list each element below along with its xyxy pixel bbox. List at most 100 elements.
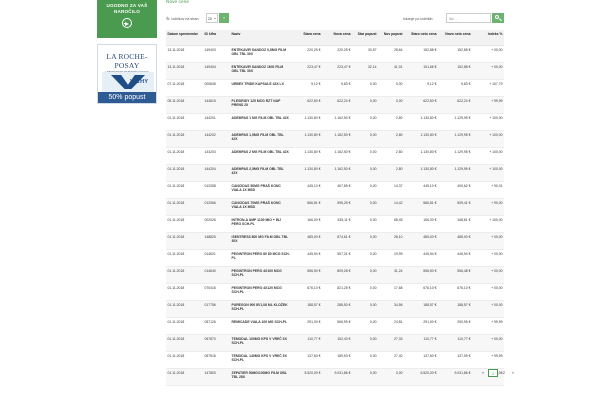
left-sidebar: UGODNO ZA VAŠ NAROČILO LA ROCHE-POSAY LA… bbox=[97, 0, 157, 104]
table-cell: 34,56 bbox=[378, 300, 404, 318]
per-page-apply-button[interactable]: » bbox=[219, 13, 229, 23]
table-cell: 0,00 bbox=[378, 96, 404, 114]
table-row[interactable]: 01.11.2018 144202 ADEMPAS 1,5MG FILM OBL T… bbox=[166, 130, 504, 148]
table-cell: 31,24 bbox=[378, 266, 404, 284]
table-cell: + 00,00 bbox=[472, 232, 504, 250]
table-cell: 152,43 € bbox=[322, 334, 352, 352]
table-cell: 137,60 € bbox=[292, 351, 322, 369]
table-row[interactable]: 13.11.2018 149404 ENTEKAVIR SANDOZ 1MG FIL… bbox=[166, 62, 504, 80]
table-row[interactable]: 01.11.2018 057916 TEMODAL 140MG KPS V VREČ… bbox=[166, 351, 504, 369]
table-cell: 137,60 € bbox=[404, 351, 438, 369]
per-page-select[interactable]: 20 bbox=[206, 13, 218, 23]
table-cell: 01.11.2018 bbox=[166, 283, 203, 301]
table-cell: 166,00 € bbox=[404, 215, 438, 233]
table-cell: 188,57 € bbox=[292, 300, 322, 318]
table-row[interactable]: 01.11.2018 002026 INTRON-A AMP 1100 MIO + … bbox=[166, 215, 504, 233]
table-row[interactable]: 01.11.2018 144204 ADEMPAS 2,5MG FILM OBL T… bbox=[166, 164, 504, 182]
table-cell: 1.130,80 € bbox=[292, 164, 322, 182]
pagination-prev[interactable]: « bbox=[480, 369, 486, 377]
table-cell: 149403 bbox=[203, 45, 230, 63]
table-cell: 1.130,80 € bbox=[292, 130, 322, 148]
table-cell: 01.11.2018 bbox=[166, 147, 203, 165]
pagination-page[interactable]: 2 bbox=[500, 369, 508, 377]
table-row[interactable]: 01.11.2018 014640 PEGINTRON PERO 4X100 MCG… bbox=[166, 266, 504, 284]
table-row[interactable]: 01.11.2018 147800 ZEPATIER 50MG/100MG FILM… bbox=[166, 368, 504, 386]
column-header[interactable]: Naziv bbox=[230, 30, 292, 46]
table-cell: + 99,99 bbox=[472, 96, 504, 114]
table-cell: + 00,00 bbox=[472, 283, 504, 301]
promo-banner[interactable]: UGODNO ZA VAŠ NAROČILO bbox=[97, 0, 157, 38]
brand-ad-banner[interactable]: LA ROCHE-POSAY LABORATOIRE DERMATOLOGIQU… bbox=[97, 44, 157, 104]
table-cell: 68,45 bbox=[378, 215, 404, 233]
table-cell: 9,12 € bbox=[404, 79, 438, 97]
table-cell: 189,53 € bbox=[322, 351, 352, 369]
table-cell: PLESIRIDY 125 MCG RZT NAP PRENS 2X bbox=[230, 96, 292, 114]
table-cell: 535,11 € bbox=[322, 215, 352, 233]
table-cell: PEGINTRON PERO 4X100 MCG SCH-PL bbox=[230, 266, 292, 284]
table-cell: 220,25 € bbox=[292, 45, 322, 63]
table-row[interactable]: 01.11.2018 014621 PEGINTRON PERO 80 80 MCG… bbox=[166, 249, 504, 267]
table-cell: CANCIDAS 50MG PRAŠ KONC VIALA 1X MSD bbox=[230, 181, 292, 199]
table-cell: 144202 bbox=[203, 130, 230, 148]
table-cell: 30,57 bbox=[352, 45, 378, 63]
column-header[interactable]: Stara cena bbox=[292, 30, 322, 46]
pagination-next[interactable]: » bbox=[510, 369, 516, 377]
table-cell: 9,83 € bbox=[438, 79, 472, 97]
table-cell: 223,47 € bbox=[322, 62, 352, 80]
column-header[interactable]: Novo neto cena bbox=[438, 30, 472, 46]
table-cell: 002026 bbox=[203, 215, 230, 233]
column-header[interactable]: ID šifra bbox=[203, 30, 230, 46]
table-row[interactable]: 01.11.2018 144203 ADEMPAS 2 MG FILM OBL TB… bbox=[166, 147, 504, 165]
table-cell: 0,00 bbox=[352, 181, 378, 199]
table-row[interactable]: 01.11.2018 070416 PEGINTRON PERO 4X120 MCG… bbox=[166, 283, 504, 301]
table-cell: 1.130,80 € bbox=[404, 164, 438, 182]
table-row[interactable]: 01.11.2018 057126 REMICADE VIALA 100 MG SC… bbox=[166, 317, 504, 335]
table-cell: 152,88 € bbox=[404, 45, 438, 63]
table-cell: + 100,00 bbox=[472, 147, 504, 165]
table-row[interactable]: 01.11.2018 057870 TEMODAL 100MG KPS V VREČ… bbox=[166, 334, 504, 352]
table-cell: 1.130,80 € bbox=[404, 147, 438, 165]
column-header[interactable]: Indeks % bbox=[472, 30, 504, 46]
table-cell: 2,80 bbox=[378, 147, 404, 165]
table-cell: 28,64 bbox=[378, 45, 404, 63]
column-header[interactable]: Star popust bbox=[352, 30, 378, 46]
search-button[interactable] bbox=[492, 13, 504, 23]
table-cell: 220,25 € bbox=[322, 45, 352, 63]
arrow-right-circle-icon[interactable] bbox=[122, 18, 132, 28]
table-row[interactable]: 01.11.2018 012066 CANCIDAS 70MG PRAŠ KONC … bbox=[166, 198, 504, 216]
table-row[interactable]: 01.11.2018 017756 PUREGON 900 IE/1,08 ML K… bbox=[166, 300, 504, 318]
table-cell: 622,24 € bbox=[438, 96, 472, 114]
table-row[interactable]: 05.11.2018 144815 PLESIRIDY 125 MCG RZT NA… bbox=[166, 96, 504, 114]
table-cell: 556,48 € bbox=[438, 266, 472, 284]
search-input[interactable]: išči ... bbox=[446, 13, 491, 23]
table-cell: 01.11.2018 bbox=[166, 232, 203, 250]
table-row[interactable]: 07.11.2018 000845 URBEX TRIDE KAPSULE 42X … bbox=[166, 79, 504, 97]
column-header[interactable]: Staro neto cena bbox=[404, 30, 438, 46]
table-cell: 0,00 bbox=[352, 317, 378, 335]
table-cell: 6.520,00 € bbox=[404, 368, 438, 386]
column-header[interactable]: Nov popust bbox=[378, 30, 404, 46]
table-row[interactable]: 13.11.2018 149403 ENTEKAVIR SANDOZ 0,5MG F… bbox=[166, 45, 504, 63]
column-header[interactable]: Nova cena bbox=[322, 30, 352, 46]
table-cell: 0,00 bbox=[352, 334, 378, 352]
table-cell: 41,01 bbox=[378, 62, 404, 80]
table-cell: 0,00 bbox=[352, 147, 378, 165]
table-cell: + 90,01 bbox=[472, 181, 504, 199]
table-cell: 152,88 € bbox=[438, 45, 472, 63]
table-cell: + 99,99 bbox=[472, 317, 504, 335]
table-cell: 151,66 € bbox=[404, 62, 438, 80]
table-cell: REMICADE VIALA 100 MG SCH-PL bbox=[230, 317, 292, 335]
column-header[interactable]: Datum spremembe bbox=[166, 30, 203, 46]
table-cell: 0,00 bbox=[352, 198, 378, 216]
table-row[interactable]: 01.11.2018 144201 ADEMPAS 1 MG FILM OBL TB… bbox=[166, 113, 504, 131]
pagination-page[interactable]: 1 bbox=[488, 369, 498, 377]
promo-text: UGODNO ZA VAŠ NAROČILO bbox=[106, 3, 148, 14]
table-cell: + 00,00 bbox=[472, 62, 504, 80]
table-row[interactable]: 01.11.2018 148825 ISENTRESS 800 MG FILM OB… bbox=[166, 232, 504, 250]
table-cell: 223,47 € bbox=[292, 62, 322, 80]
table-row[interactable]: 01.11.2018 012058 CANCIDAS 50MG PRAŠ KONC … bbox=[166, 181, 504, 199]
search-icon bbox=[495, 15, 499, 19]
table-cell: + 00,00 bbox=[472, 334, 504, 352]
table-cell: 0,00 bbox=[352, 96, 378, 114]
table-cell: 148825 bbox=[203, 232, 230, 250]
